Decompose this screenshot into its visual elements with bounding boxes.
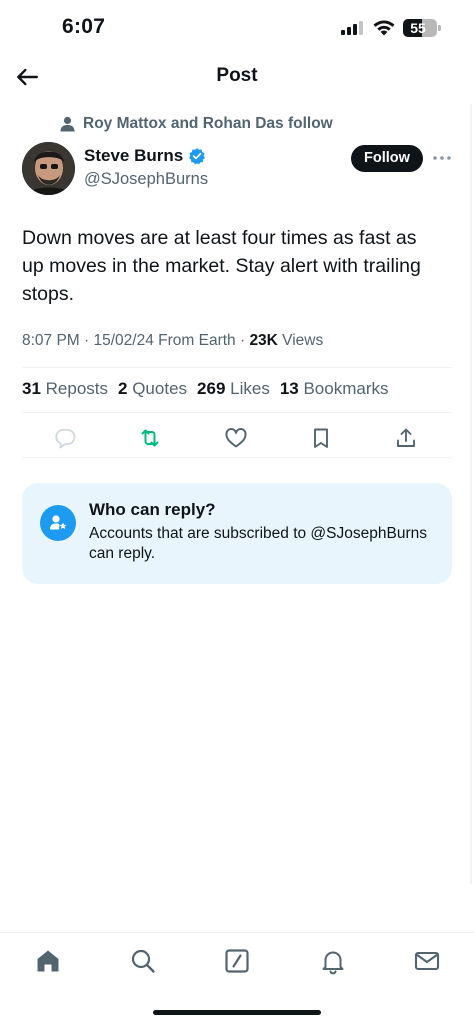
quotes-stat[interactable]: 2 Quotes	[118, 379, 187, 399]
battery-icon: 55	[403, 19, 437, 37]
engagement-stats: 31 Reposts 2 Quotes 269 Likes 13 Bookmar…	[22, 379, 399, 399]
more-horizontal-icon[interactable]	[431, 147, 453, 169]
reply-restriction-body: Accounts that are subscribed to @SJoseph…	[89, 525, 427, 562]
status-bar: 6:07 55	[0, 0, 474, 56]
social-context[interactable]: Roy Mattox and Rohan Das follow	[60, 114, 333, 134]
person-icon	[60, 116, 75, 132]
reposts-stat[interactable]: 31 Reposts	[22, 379, 108, 399]
divider	[22, 412, 452, 413]
bookmark-icon[interactable]	[309, 426, 333, 450]
views-label: Views	[277, 332, 324, 349]
reply-icon[interactable]	[53, 426, 77, 450]
reply-restriction-title: Who can reply?	[89, 500, 216, 519]
page-title: Post	[216, 65, 258, 86]
battery-level: 55	[410, 20, 426, 36]
divider	[22, 457, 452, 458]
author-handle[interactable]: @SJosephBurns	[84, 170, 208, 189]
search-icon[interactable]	[129, 947, 157, 975]
author-name-row[interactable]: Steve Burns	[84, 146, 206, 166]
post-actions	[0, 424, 474, 452]
like-icon[interactable]	[224, 426, 248, 450]
views-count[interactable]: 23K	[249, 332, 277, 349]
reply-restriction-card: Who can reply? Accounts that are subscri…	[22, 483, 452, 584]
battery-nub	[438, 25, 441, 31]
social-context-text: Roy Mattox and Rohan Das follow	[83, 115, 333, 132]
verified-badge-icon	[189, 148, 206, 165]
follow-button[interactable]: Follow	[351, 145, 423, 172]
post-header: Post	[0, 56, 474, 98]
compose-icon[interactable]	[223, 947, 251, 975]
scrollbar-track	[470, 104, 472, 884]
avatar-image	[22, 142, 75, 195]
notifications-icon[interactable]	[319, 947, 347, 975]
person-star-icon	[40, 505, 76, 541]
home-icon[interactable]	[34, 947, 62, 975]
home-indicator	[153, 1010, 321, 1015]
post-metadata: 8:07 PM · 15/02/24 From Earth · 23K View…	[22, 332, 323, 350]
divider	[22, 367, 452, 368]
author-name[interactable]: Steve Burns	[84, 146, 183, 166]
signal-icon	[341, 21, 365, 35]
share-icon[interactable]	[394, 426, 418, 450]
wifi-icon	[373, 20, 395, 36]
repost-icon[interactable]	[138, 426, 162, 450]
avatar[interactable]	[22, 142, 75, 195]
bookmarks-stat[interactable]: 13 Bookmarks	[280, 379, 389, 399]
status-time: 6:07	[62, 15, 106, 38]
post-timestamp[interactable]: 8:07 PM · 15/02/24 From Earth ·	[22, 332, 249, 349]
likes-stat[interactable]: 269 Likes	[197, 379, 270, 399]
post-text: Down moves are at least four times as fa…	[22, 227, 421, 305]
messages-icon[interactable]	[413, 947, 441, 975]
